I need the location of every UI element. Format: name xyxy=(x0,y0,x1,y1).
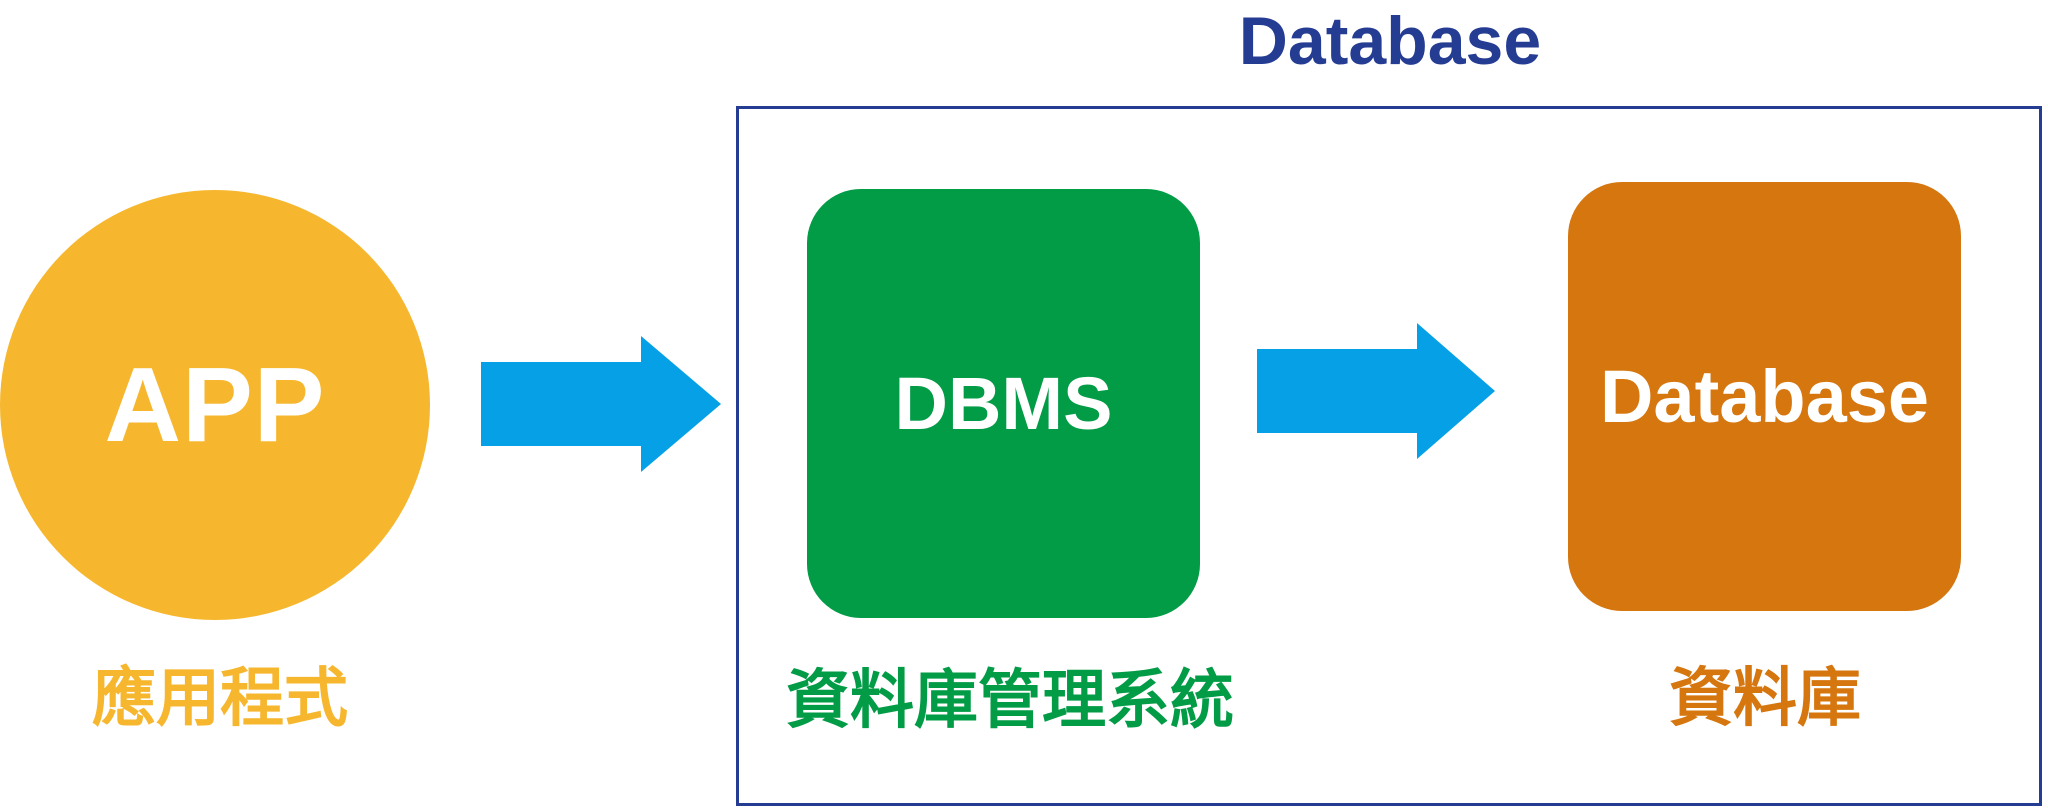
right-arrow-icon xyxy=(481,336,721,472)
dbms-node-caption: 資料庫管理系統 xyxy=(786,664,1234,738)
arrow-app-to-dbms xyxy=(481,336,721,472)
app-node-label: APP xyxy=(104,345,326,464)
dbms-node-label: DBMS xyxy=(894,362,1113,445)
app-node-caption: 應用程式 xyxy=(92,662,348,736)
dbms-node-box: DBMS xyxy=(807,189,1200,618)
database-node-label: Database xyxy=(1599,355,1930,438)
database-group-title: Database xyxy=(1238,3,1542,79)
database-node-box: Database xyxy=(1568,182,1961,611)
database-node-caption: 資料庫 xyxy=(1669,662,1861,736)
app-node-circle: APP xyxy=(0,190,430,620)
right-arrow-icon xyxy=(1257,323,1495,459)
arrow-dbms-to-database xyxy=(1257,323,1495,459)
